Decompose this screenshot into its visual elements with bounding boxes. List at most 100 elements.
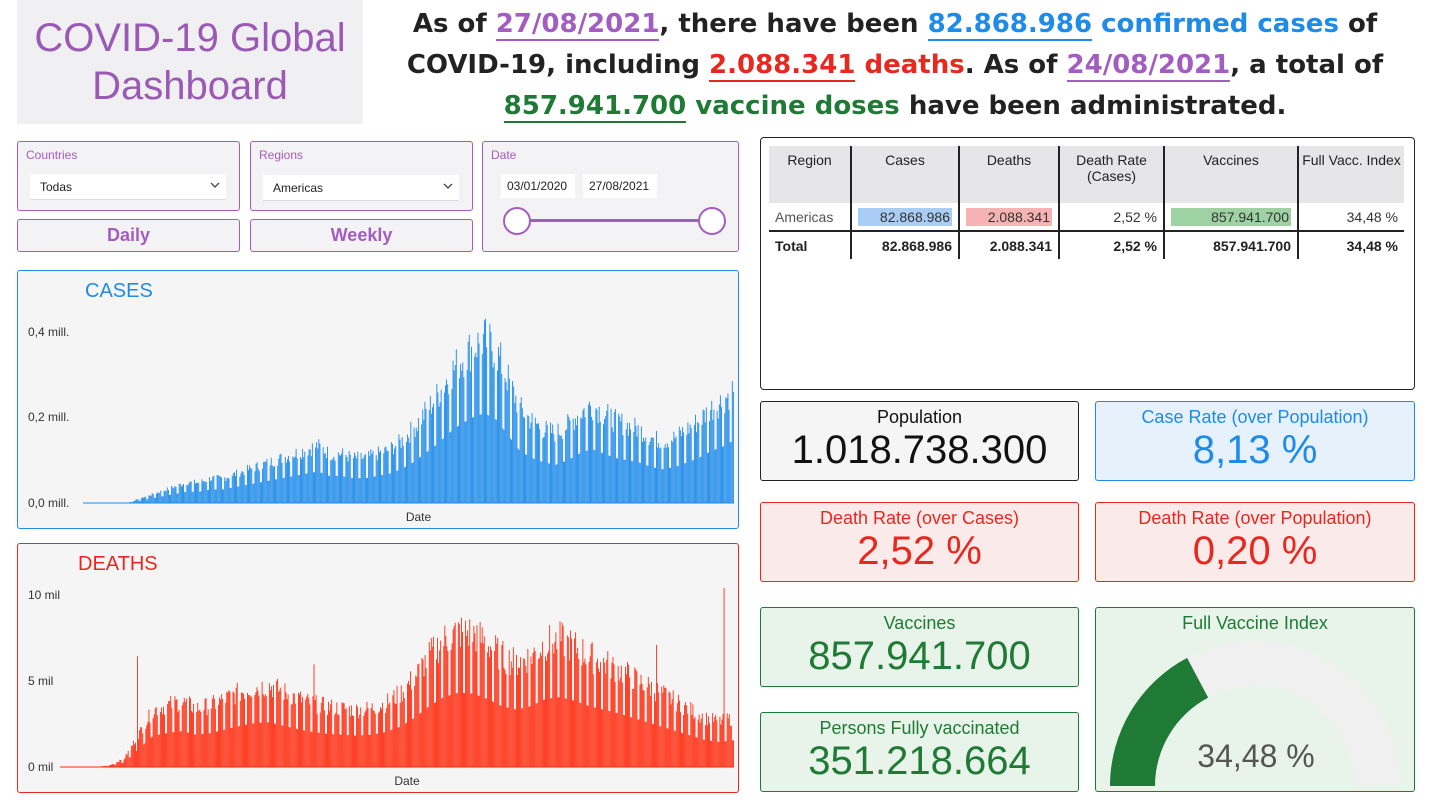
chart-bar	[511, 439, 512, 503]
chart-bar	[519, 403, 521, 503]
chart-bar	[239, 700, 241, 767]
chart-bar	[198, 482, 200, 503]
chart-bar	[179, 483, 181, 503]
column-header[interactable]: Region	[769, 146, 852, 203]
chart-bar	[399, 439, 401, 503]
chart-bar	[524, 659, 526, 767]
chart-bar	[462, 632, 463, 767]
chart-bar	[511, 667, 513, 767]
chart-bar	[311, 443, 313, 503]
chart-bar	[189, 481, 191, 503]
chart-bar	[697, 719, 699, 767]
chart-bar	[320, 702, 322, 767]
chart-bar	[651, 437, 653, 503]
chart-bar	[289, 727, 291, 767]
chart-bar	[479, 621, 481, 767]
chart-bar	[653, 724, 654, 767]
chart-bar	[574, 638, 576, 767]
chart-bar	[492, 367, 494, 503]
chart-bar	[521, 408, 523, 503]
chart-bar	[437, 392, 439, 503]
chart-bar	[273, 684, 274, 767]
chart-bar	[643, 437, 645, 503]
chart-bar	[411, 463, 413, 503]
weekly-button[interactable]: Weekly	[250, 219, 473, 252]
chart-bar	[489, 323, 491, 503]
chart-bar	[222, 489, 223, 503]
chart-bar	[178, 483, 180, 503]
chart-bar	[569, 630, 571, 767]
chart-bar	[530, 422, 532, 503]
date-filter: Date 03/01/2020 27/08/2021	[482, 141, 739, 252]
chart-bar	[255, 463, 257, 503]
chart-bar	[457, 622, 459, 767]
chart-bar	[284, 456, 286, 503]
chart-bar	[607, 651, 609, 767]
chart-bar	[333, 734, 335, 767]
chart-bar	[140, 726, 142, 767]
chart-bar	[343, 476, 345, 503]
chart-bar	[267, 722, 269, 767]
chart-bar	[362, 735, 364, 767]
chart-bar	[480, 414, 482, 503]
chart-bar	[520, 657, 522, 767]
chart-bar	[572, 418, 574, 503]
case-rate-title: Case Rate (over Population)	[1141, 407, 1369, 427]
chart-bar	[163, 490, 165, 503]
chart-bar	[162, 496, 164, 503]
chart-bar	[513, 386, 515, 503]
date-slider-end-handle[interactable]	[698, 207, 726, 235]
chart-bar	[180, 486, 182, 503]
regions-dropdown[interactable]: Americas	[263, 175, 459, 201]
column-header[interactable]: Cases	[851, 146, 960, 203]
chart-bar	[687, 713, 689, 767]
chart-bar	[612, 657, 614, 767]
chart-bar	[349, 454, 351, 503]
vaccines-card: Vaccines 857.941.700	[760, 607, 1079, 687]
chart-bar	[508, 650, 510, 767]
chart-bar	[218, 475, 220, 503]
chart-bar	[354, 735, 355, 767]
chart-bar	[539, 652, 541, 767]
x-axis-label: Date	[406, 510, 432, 524]
date-slider-track[interactable]	[516, 219, 712, 222]
chart-bar	[271, 465, 273, 503]
chart-bar	[603, 657, 605, 767]
chart-bar	[229, 691, 231, 767]
date-start-input[interactable]: 03/01/2020	[501, 174, 575, 198]
chart-bar	[721, 406, 722, 503]
table-row[interactable]: Americas 82.868.986 2.088.341 2,52 % 857…	[769, 203, 1404, 231]
chart-bar	[257, 468, 259, 503]
chart-bar	[628, 664, 629, 767]
chart-bar	[620, 421, 622, 503]
column-header[interactable]: Vaccines	[1164, 146, 1299, 203]
chart-bar	[718, 404, 720, 503]
chart-bar	[575, 425, 577, 503]
chart-bar	[562, 625, 564, 767]
countries-dropdown[interactable]: Todas	[30, 174, 226, 200]
chart-bar	[698, 714, 700, 767]
column-header[interactable]: Full Vacc. Index	[1298, 146, 1404, 203]
chart-bar	[129, 756, 131, 767]
chart-bar	[209, 733, 211, 767]
chart-bar	[649, 441, 651, 503]
column-header[interactable]: Death Rate (Cases)	[1059, 146, 1165, 203]
chart-bar	[410, 671, 411, 767]
chart-bar	[371, 703, 373, 767]
chart-bar	[204, 698, 206, 767]
chart-bar	[197, 702, 199, 767]
daily-button[interactable]: Daily	[17, 219, 240, 252]
date-slider-start-handle[interactable]	[503, 207, 531, 235]
chart-bar	[316, 713, 318, 767]
chart-bar	[515, 395, 517, 503]
chart-bar	[725, 741, 727, 767]
region-table-panel: Region Cases Deaths Death Rate (Cases) V…	[760, 137, 1415, 390]
chart-bar	[275, 723, 277, 767]
chart-bar	[448, 394, 450, 503]
date-end-input[interactable]: 27/08/2021	[583, 174, 657, 198]
chart-bar	[464, 421, 466, 503]
chart-bar	[425, 667, 427, 767]
chart-bar	[390, 730, 392, 767]
column-header[interactable]: Deaths	[959, 146, 1060, 203]
chart-bar	[453, 625, 455, 767]
